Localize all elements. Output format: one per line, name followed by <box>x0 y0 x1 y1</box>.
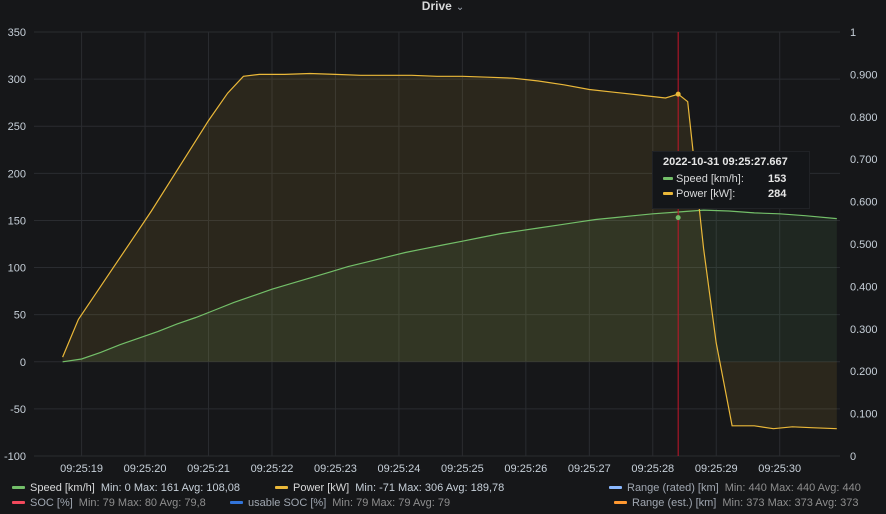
legend-series-stats: Min: 0 Max: 161 Avg: 108,08 <box>100 482 241 494</box>
y-left-tick-label: -50 <box>10 404 26 416</box>
tooltip-label: Power [kW]: <box>676 188 736 200</box>
x-tick-label: 09:25:29 <box>695 463 738 475</box>
legend-item-power[interactable]: Power [kW] Min: -71 Max: 306 Avg: 189,78 <box>275 480 504 496</box>
x-tick-label: 09:25:26 <box>504 463 547 475</box>
y-left-tick-label: 100 <box>8 263 26 275</box>
y-right-tick-label: 0.900 <box>850 69 878 81</box>
legend-series-name: Speed [km/h] <box>30 482 95 494</box>
legend-item-speed[interactable]: Speed [km/h] Min: 0 Max: 161 Avg: 108,08 <box>12 480 240 496</box>
y-right-tick-label: 0 <box>850 451 856 463</box>
y-left-tick-label: 50 <box>14 310 26 322</box>
x-tick-label: 09:25:19 <box>60 463 103 475</box>
hover-point-marker <box>675 215 681 221</box>
y-right-tick-label: 0.500 <box>850 239 878 251</box>
legend-series-stats: Min: 373 Max: 373 Avg: 373 <box>722 497 859 509</box>
x-tick-label: 09:25:20 <box>124 463 167 475</box>
x-tick-label: 09:25:24 <box>378 463 421 475</box>
legend-swatch <box>609 485 622 489</box>
legend-item-usable-soc[interactable]: usable SOC [%] Min: 79 Max: 79 Avg: 79 <box>230 495 450 511</box>
legend-item-range-rated[interactable]: Range (rated) [km] Min: 440 Max: 440 Avg:… <box>609 480 861 496</box>
hover-point-marker <box>675 91 681 97</box>
legend-series-name: Range (est.) [km] <box>632 497 717 509</box>
legend-swatch <box>230 500 243 504</box>
legend-series-name: usable SOC [%] <box>248 497 327 509</box>
tooltip-value: 153 <box>768 173 787 185</box>
y-left-tick-label: 300 <box>8 74 26 86</box>
tooltip-timestamp: 2022-10-31 09:25:27.667 <box>663 156 788 168</box>
y-axis-left: 350 300 250 200 150 100 50 0 -50 -100 <box>4 27 26 463</box>
y-left-tick-label: -100 <box>4 451 26 463</box>
legend-series-stats: Min: 79 Max: 79 Avg: 79 <box>332 497 451 509</box>
y-right-tick-label: 0.800 <box>850 112 878 124</box>
x-tick-label: 09:25:23 <box>314 463 357 475</box>
x-tick-label: 09:25:27 <box>568 463 611 475</box>
legend-swatch <box>614 500 627 504</box>
tooltip-swatch-speed <box>663 176 673 180</box>
tooltip-row-speed: Speed [km/h]: 153 <box>663 172 799 187</box>
legend-swatch <box>12 500 25 504</box>
y-axis-right: 1 0.900 0.800 0.700 0.600 0.500 0.400 0.300 0.20… <box>850 27 878 463</box>
legend-item-range-est[interactable]: Range (est.) [km] Min: 373 Max: 373 Avg: … <box>614 495 859 511</box>
x-tick-label: 09:25:21 <box>187 463 230 475</box>
chart-legend: Speed [km/h] Min: 0 Max: 161 Avg: 108,08 … <box>0 478 886 514</box>
y-left-tick-label: 0 <box>20 357 26 369</box>
x-axis: 09:25:19 09:25:20 09:25:21 09:25:22 09:25:23… <box>60 463 801 475</box>
hover-tooltip: 2022-10-31 09:25:27.667 Speed [km/h]: 153… <box>652 151 810 209</box>
legend-series-stats: Min: -71 Max: 306 Avg: 189,78 <box>355 482 505 494</box>
x-tick-label: 09:25:30 <box>758 463 801 475</box>
x-tick-label: 09:25:22 <box>251 463 294 475</box>
series-area-fills <box>62 73 837 429</box>
y-right-tick-label: 1 <box>850 27 856 39</box>
y-right-tick-label: 0.100 <box>850 409 878 421</box>
legend-swatch <box>12 485 25 489</box>
tooltip-swatch-power <box>663 191 673 195</box>
y-right-tick-label: 0.200 <box>850 366 878 378</box>
tooltip-row-power: Power [kW]: 284 <box>663 187 799 202</box>
legend-series-stats: Min: 79 Max: 80 Avg: 79,8 <box>78 497 206 509</box>
legend-swatch <box>275 485 288 489</box>
legend-series-name: Range (rated) [km] <box>627 482 719 494</box>
y-left-tick-label: 350 <box>8 27 26 39</box>
y-right-tick-label: 0.600 <box>850 197 878 209</box>
legend-series-name: Power [kW] <box>293 482 350 494</box>
y-left-tick-label: 250 <box>8 121 26 133</box>
tooltip-value: 284 <box>768 188 787 200</box>
x-tick-label: 09:25:25 <box>441 463 484 475</box>
y-right-tick-label: 0.300 <box>850 324 878 336</box>
x-tick-label: 09:25:28 <box>631 463 674 475</box>
y-right-tick-label: 0.400 <box>850 281 878 293</box>
y-left-tick-label: 200 <box>8 168 26 180</box>
tooltip-label: Speed [km/h]: <box>676 173 744 185</box>
legend-series-name: SOC [%] <box>30 497 73 509</box>
y-left-tick-label: 150 <box>8 215 26 227</box>
y-right-tick-label: 0.700 <box>850 154 878 166</box>
legend-series-stats: Min: 440 Max: 440 Avg: 440 <box>724 482 861 494</box>
legend-item-soc[interactable]: SOC [%] Min: 79 Max: 80 Avg: 79,8 <box>12 495 206 511</box>
drive-chart[interactable]: 350 300 250 200 150 100 50 0 -50 -100 1 0.900 0.800… <box>0 0 886 476</box>
